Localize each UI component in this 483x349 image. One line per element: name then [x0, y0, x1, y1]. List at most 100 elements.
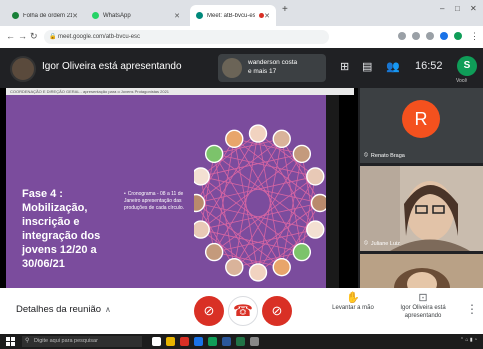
file-explorer-icon[interactable]	[166, 337, 175, 346]
participant-tile[interactable]: ⦸ Juliane Luiz	[360, 166, 483, 251]
whatsapp-icon	[92, 12, 99, 19]
tab-label: Folha de ordem 21 - Microsoft...	[23, 12, 73, 19]
close-icon[interactable]: ✕	[264, 12, 270, 20]
app-icon[interactable]	[208, 337, 217, 346]
video-feed	[360, 254, 483, 288]
video-feed	[360, 166, 483, 251]
menu-icon[interactable]: ⋮	[470, 31, 479, 42]
bullet-icon: •	[124, 191, 126, 197]
sheets-icon	[12, 12, 19, 19]
avatar	[10, 56, 36, 82]
tab-label: Meet: atB-bvcu-esc	[207, 12, 256, 19]
app-icon[interactable]	[180, 337, 189, 346]
task-view-icon[interactable]	[152, 337, 161, 346]
present-icon: ⊡	[418, 292, 428, 304]
mic-off-icon: ⦸	[364, 152, 368, 158]
avatar	[222, 58, 242, 78]
camera-toggle-button[interactable]: ⊘	[262, 296, 292, 326]
end-call-button[interactable]: ☎	[228, 296, 258, 326]
slide-window-title: COORDENAÇÃO E DIREÇÃO GERAL - apresentaç…	[6, 88, 354, 95]
extension-icon[interactable]	[412, 32, 420, 40]
clock: 16:52	[415, 60, 443, 72]
network-node	[204, 144, 224, 164]
network-node	[225, 129, 244, 149]
network-circle-graphic	[194, 124, 330, 282]
hang-up-icon: ☎	[233, 303, 253, 320]
network-node	[306, 167, 325, 186]
chrome-icon[interactable]	[194, 337, 203, 346]
slide-bullet-text: Cronograma - 08 a 11 de Janeiro apresent…	[124, 191, 185, 211]
pinned-participant-label: wanderson costa e mais 17	[248, 58, 297, 76]
network-node	[204, 242, 224, 262]
network-node	[272, 129, 291, 149]
maximize-button[interactable]: □	[455, 4, 460, 13]
people-icon[interactable]: 👥	[386, 60, 400, 73]
slide-title-line: Mobilização,	[22, 202, 88, 214]
windows-taskbar: ⚲ Digite aqui para pesquisar ⌃ ⌂ ▮ ◔	[0, 334, 483, 349]
participant-tile[interactable]	[360, 254, 483, 288]
slide-title-line: inscrição e	[22, 216, 80, 228]
excel-icon[interactable]	[236, 337, 245, 346]
extension-icon[interactable]	[440, 32, 448, 40]
tab-meet[interactable]: Meet: atB-bvcu-esc ✕	[190, 5, 276, 26]
mic-toggle-button[interactable]: ⊘	[194, 296, 224, 326]
slide-title-line: Fase 4 :	[22, 188, 63, 200]
network-node	[272, 257, 291, 277]
network-node	[292, 242, 312, 262]
slide-scrollbar	[326, 95, 339, 288]
network-node	[194, 220, 210, 239]
meet-icon	[196, 12, 203, 19]
more-options-icon[interactable]: ⋮	[466, 302, 478, 316]
present-button[interactable]: ⊡ Igor Oliveira está apresentando	[392, 292, 454, 320]
participant-name-text: Renato Braga	[370, 152, 405, 159]
camera-off-icon: ⊘	[271, 303, 283, 318]
close-window-button[interactable]: ✕	[470, 4, 477, 13]
pinned-name: wanderson costa	[248, 59, 298, 66]
raise-hand-button[interactable]: ✋ Levantar a mão	[328, 293, 378, 312]
slide-bullet: • Cronograma - 08 a 11 de Janeiro apresen…	[124, 191, 194, 212]
tab-label: WhatsApp	[103, 12, 131, 19]
tab-folha[interactable]: Folha de ordem 21 - Microsoft... ✕	[6, 5, 84, 26]
layout-icon[interactable]: ⊞	[340, 60, 349, 73]
presentation-stage: COORDENAÇÃO E DIREÇÃO GERAL - apresentaç…	[0, 88, 358, 288]
minimize-button[interactable]: –	[440, 4, 444, 13]
word-icon[interactable]	[222, 337, 231, 346]
pinned-count: e mais 17	[248, 68, 277, 75]
mic-off-icon: ⦸	[364, 240, 368, 246]
chevron-up-icon: ∧	[105, 305, 111, 314]
raise-hand-label: Levantar a mão	[332, 305, 374, 311]
profile-icon[interactable]	[454, 32, 462, 40]
pinned-participant-tile[interactable]: wanderson costa e mais 17	[218, 54, 326, 82]
network-node	[225, 257, 244, 277]
reload-icon[interactable]: ↻	[30, 31, 38, 42]
windows-start-icon[interactable]	[6, 337, 15, 346]
tab-whatsapp[interactable]: WhatsApp ✕	[86, 5, 186, 26]
close-icon[interactable]: ✕	[72, 12, 78, 20]
participant-name-text: Juliane Luiz	[370, 240, 400, 247]
extension-icon[interactable]	[426, 32, 434, 40]
participant-tile[interactable]: R ⦸ Renato Braga	[360, 88, 483, 163]
url-text: meet.google.com/atb-bvcu-esc	[58, 34, 141, 40]
present-label: Igor Oliveira está apresentando	[400, 305, 446, 319]
url-field[interactable]: 🔒 meet.google.com/atb-bvcu-esc	[44, 30, 329, 44]
forward-icon[interactable]: →	[18, 31, 27, 41]
meeting-control-bar: Detalhes da reunião ∧ ⊘ ☎ ⊘ ✋ Levantar a …	[0, 288, 483, 334]
new-tab-button[interactable]: +	[282, 4, 288, 15]
participant-name: ⦸ Juliane Luiz	[364, 240, 400, 247]
self-avatar[interactable]: S	[457, 56, 477, 76]
network-node	[194, 167, 210, 186]
extension-icon[interactable]	[398, 32, 406, 40]
slide-title: Fase 4 : Mobilização, inscrição e integr…	[22, 187, 102, 271]
meeting-details-button[interactable]: Detalhes da reunião ∧	[16, 304, 111, 315]
meeting-details-label: Detalhes da reunião	[16, 304, 102, 315]
close-icon[interactable]: ✕	[174, 12, 180, 20]
presenter-banner: Igor Oliveira está apresentando	[42, 61, 182, 72]
captions-icon[interactable]: ▤	[362, 60, 372, 73]
avatar: R	[402, 100, 440, 138]
self-label: Você	[456, 78, 468, 84]
back-icon[interactable]: ←	[6, 31, 15, 41]
slide-title-line: 30/06/21	[22, 258, 65, 270]
meet-top-bar: Igor Oliveira está apresentando wanderso…	[0, 48, 483, 88]
app-icon[interactable]	[250, 337, 259, 346]
taskbar-search[interactable]: ⚲ Digite aqui para pesquisar	[22, 336, 142, 347]
